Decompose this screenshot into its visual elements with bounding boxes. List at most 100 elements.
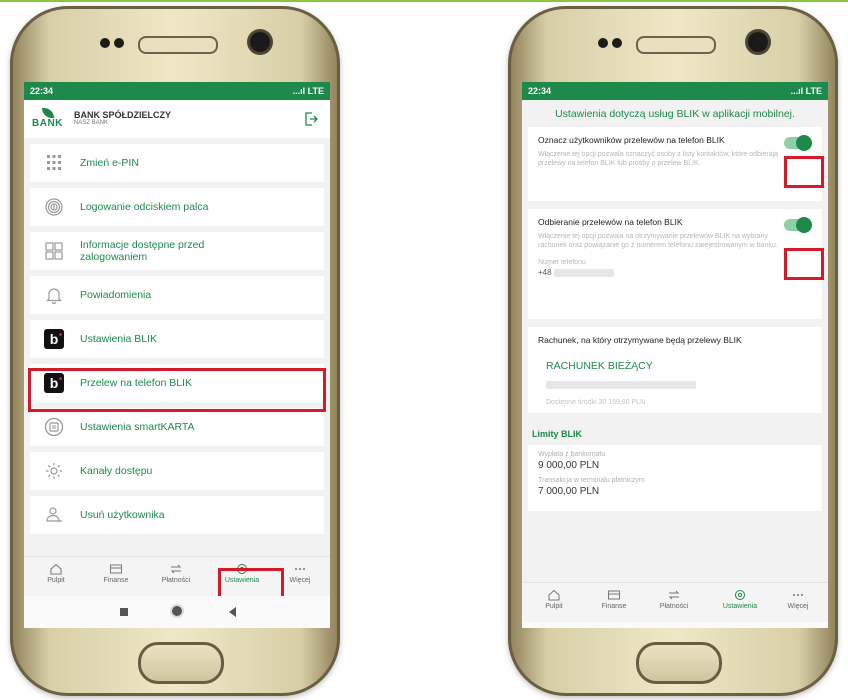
status-time: 22:34 [30, 86, 54, 96]
highlight-toggle1 [784, 156, 824, 188]
hardware-home-button [138, 642, 224, 684]
camera-icon [748, 32, 768, 52]
account-number-masked [546, 380, 696, 389]
status-time: 22:34 [528, 86, 552, 96]
wallet-icon [110, 564, 122, 574]
menu-item-remove-user[interactable]: Usuń użytkownika [30, 496, 324, 534]
account-funds: Dostępne środki 30 159,80 PLN [546, 399, 646, 406]
blik-settings-content: Ustawienia dotyczą usług BLIK w aplikacj… [522, 100, 828, 519]
camera-icon [250, 32, 270, 52]
bank-name-main: BANK SPÓŁDZIELCZY [74, 110, 172, 120]
card-limits[interactable]: Wypłata z bankomatu 9 000,00 PLN Transak… [528, 445, 822, 511]
menu-item-smartkarta[interactable]: Ustawienia smartKARTA [30, 408, 324, 446]
bell-icon [44, 285, 64, 305]
account-name-text: RACHUNEK BIEŻĄCY [546, 360, 653, 372]
menu-item-pre-login-info[interactable]: Informacje dostępne przed zalogowaniem [30, 232, 324, 270]
nav-label: Finanse [103, 577, 129, 584]
highlight-toggle2 [784, 248, 824, 280]
nav-label: Więcej [787, 603, 809, 610]
bank-logo-word: BANK [32, 118, 63, 129]
menu-item-change-epin[interactable]: Zmień e-PIN [30, 144, 324, 182]
status-signal: ...ıl LTE [292, 86, 324, 96]
phone-number-masked [553, 268, 614, 277]
user-remove-icon [44, 505, 64, 525]
android-nav-bar [24, 596, 330, 628]
phone-left: 22:34 ...ıl LTE BANK BANK SPÓŁDZIELCZY N… [10, 6, 340, 696]
nav-label: Pulpit [545, 603, 563, 610]
top-accent-line [0, 0, 848, 2]
settings-menu: Zmień e-PIN Logowanie odciskiem palca In… [30, 144, 324, 540]
gear-icon [44, 461, 64, 481]
sensor-dots [98, 36, 128, 50]
logout-icon[interactable] [304, 112, 318, 131]
menu-item-blik-settings[interactable]: b Ustawienia BLIK [30, 320, 324, 358]
menu-item-fingerprint[interactable]: Logowanie odciskiem palca [30, 188, 324, 226]
menu-item-label: Ustawienia smartKARTA [80, 421, 195, 433]
menu-item-label: Logowanie odciskiem palca [80, 201, 209, 213]
status-bar: 22:34 ...ıl LTE [24, 82, 330, 100]
nav-label: Płatności [659, 603, 689, 610]
card-mark-users: Oznacz użytkowników przelewów na telefon… [528, 127, 822, 201]
menu-item-label: Kanały dostępu [80, 465, 153, 477]
phone-speaker [636, 36, 716, 54]
highlight-blik-phone-transfer [28, 368, 326, 412]
mark-users-toggle[interactable] [784, 135, 812, 151]
home-icon [548, 589, 560, 601]
keypad-icon [44, 153, 64, 173]
phone-number: +48 [538, 268, 812, 277]
page-title: Ustawienia dotyczą usług BLIK w aplikacj… [522, 100, 828, 127]
bank-name: BANK SPÓŁDZIELCZY NASZ BANK [74, 110, 171, 126]
transfer-icon [170, 564, 182, 574]
bank-logo: BANK [32, 108, 68, 130]
nav-finanse[interactable]: Finanse [88, 563, 144, 584]
toggle1-description: Włączenie tej opcji pozwala oznaczyć oso… [538, 151, 779, 167]
nav-ustawienia[interactable]: Ustawienia [712, 589, 768, 610]
limit-label: Transakcja w terminalu płatniczym [538, 477, 645, 484]
card-receive-transfers: Odbieranie przelewów na telefon BLIK Włą… [528, 209, 822, 319]
nav-finanse[interactable]: Finanse [586, 589, 642, 610]
bank-name-sub: NASZ BANK [74, 120, 109, 126]
grid-icon [44, 241, 64, 261]
android-nav-bar [522, 622, 828, 628]
recents-icon[interactable] [120, 608, 128, 616]
limit-value: 9 000,00 PLN [538, 460, 600, 471]
toggle2-description: Włączenie tej opcji pozwala na otrzymywa… [538, 233, 778, 249]
toggle2-label: Odbieranie przelewów na telefon BLIK [538, 217, 683, 227]
nav-platnosci[interactable]: Płatności [646, 589, 702, 610]
nav-label: Więcej [289, 577, 311, 584]
smartcard-icon [44, 417, 64, 437]
right-screen: 22:34 ...ıl LTE Ustawienia dotyczą usług… [522, 82, 828, 628]
menu-item-access-channels[interactable]: Kanały dostępu [30, 452, 324, 490]
nav-pulpit[interactable]: Pulpit [28, 563, 84, 584]
android-home-icon[interactable] [172, 606, 182, 616]
status-bar: 22:34 ...ıl LTE [522, 82, 828, 100]
left-screen: 22:34 ...ıl LTE BANK BANK SPÓŁDZIELCZY N… [24, 82, 330, 628]
nav-platnosci[interactable]: Płatności [148, 563, 204, 584]
nav-wiecej[interactable]: Więcej [770, 589, 826, 610]
hardware-home-button [636, 642, 722, 684]
menu-item-notifications[interactable]: Powiadomienia [30, 276, 324, 314]
bottom-nav: Pulpit Finanse Płatności Ustawienia Więc… [24, 556, 330, 597]
toggle1-label: Oznacz użytkowników przelewów na telefon… [538, 135, 725, 145]
nav-label: Ustawienia [722, 603, 758, 610]
phone-prefix: +48 [538, 268, 552, 277]
nav-label: Płatności [161, 577, 191, 584]
fingerprint-icon [44, 197, 64, 217]
menu-item-label: Informacje dostępne przed zalogowaniem [80, 239, 205, 263]
receive-transfers-toggle[interactable] [784, 217, 812, 233]
phone-speaker [138, 36, 218, 54]
nav-pulpit[interactable]: Pulpit [526, 589, 582, 610]
menu-item-label: Zmień e-PIN [80, 157, 139, 169]
limit-value: 7 000,00 PLN [538, 486, 600, 497]
home-icon [50, 563, 62, 575]
card-account[interactable]: Rachunek, na który otrzymywane będą prze… [528, 327, 822, 413]
nav-label: Finanse [601, 603, 627, 610]
sensor-dots [596, 36, 626, 50]
limit-label: Wypłata z bankomatu [538, 451, 606, 458]
menu-item-label: Usuń użytkownika [80, 509, 165, 521]
account-name: RACHUNEK BIEŻĄCY [546, 360, 812, 372]
back-icon[interactable] [229, 607, 236, 617]
phone-number-label: Numer telefonu [538, 259, 586, 266]
bottom-nav: Pulpit Finanse Płatności Ustawienia Więc… [522, 582, 828, 623]
nav-label: Pulpit [47, 577, 65, 584]
